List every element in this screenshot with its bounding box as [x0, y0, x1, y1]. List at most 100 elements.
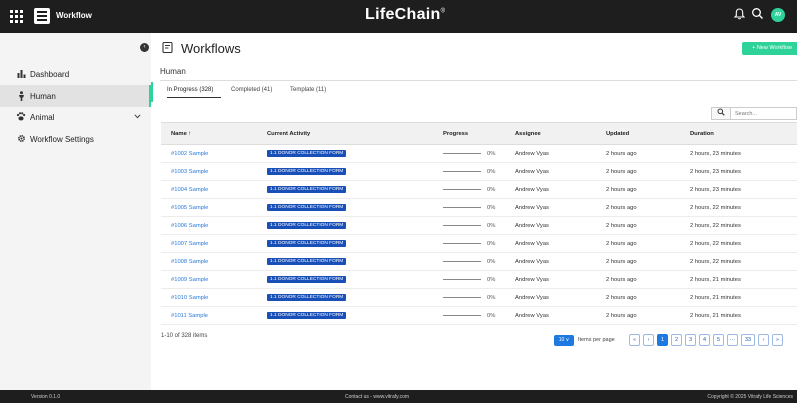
- search-input[interactable]: [731, 108, 791, 119]
- brand-name: LifeChain: [365, 6, 441, 23]
- page-button-4[interactable]: 4: [699, 334, 710, 346]
- bell-icon[interactable]: [733, 8, 746, 23]
- workflow-name-link[interactable]: #1011 Sample: [171, 313, 208, 319]
- tab-template[interactable]: Template (11): [290, 87, 326, 93]
- contact-link[interactable]: Contact us - www.vitrafy.com: [345, 394, 409, 400]
- workflow-name-cell: #1009 Sample: [161, 270, 257, 289]
- page-button-33[interactable]: 33: [741, 334, 755, 346]
- last-page-button[interactable]: »: [772, 334, 783, 346]
- sidebar-item-label: Animal: [30, 112, 55, 122]
- table-row[interactable]: #1010 Sample 1.1 DONOR COLLECTION FORM 0% A…: [161, 288, 797, 307]
- sidebar-item-animal[interactable]: Animal: [0, 106, 151, 128]
- progress-cell: 0%: [433, 270, 505, 289]
- assignee-cell: Andrew Vyas: [505, 216, 596, 235]
- table-row[interactable]: #1004 Sample 1.1 DONOR COLLECTION FORM 0% A…: [161, 180, 797, 199]
- collapse-sidebar-icon[interactable]: ‹: [140, 43, 149, 52]
- app-name[interactable]: Workflow: [56, 11, 92, 20]
- tab-completed[interactable]: Completed (41): [231, 87, 272, 93]
- page-size-select[interactable]: 10 ∨: [554, 335, 574, 346]
- activity-cell: 1.1 DONOR COLLECTION FORM: [257, 270, 433, 289]
- activity-badge[interactable]: 1.1 DONOR COLLECTION FORM: [267, 186, 347, 193]
- column-header-assignee[interactable]: Assignee: [505, 122, 596, 145]
- table-row[interactable]: #1003 Sample 1.1 DONOR COLLECTION FORM 0% A…: [161, 162, 797, 181]
- first-page-button[interactable]: «: [629, 334, 640, 346]
- progress-value: 0%: [487, 204, 496, 211]
- progress-cell: 0%: [433, 198, 505, 217]
- workflow-icon: [162, 41, 174, 57]
- sidebar-item-dashboard[interactable]: Dashboard: [0, 63, 151, 85]
- progress-cell: 0%: [433, 234, 505, 253]
- workflow-name-link[interactable]: #1004 Sample: [171, 187, 208, 193]
- search-icon[interactable]: [751, 7, 765, 21]
- duration-cell: 2 hours, 22 minutes: [680, 216, 797, 235]
- prev-page-button[interactable]: ‹: [643, 334, 654, 346]
- progress-bar: [443, 314, 481, 317]
- activity-cell: 1.1 DONOR COLLECTION FORM: [257, 252, 433, 271]
- updated-cell: 2 hours ago: [596, 216, 680, 235]
- table-row[interactable]: #1008 Sample 1.1 DONOR COLLECTION FORM 0% A…: [161, 252, 797, 271]
- activity-cell: 1.1 DONOR COLLECTION FORM: [257, 180, 433, 199]
- activity-badge[interactable]: 1.1 DONOR COLLECTION FORM: [267, 240, 347, 247]
- apps-grid-icon[interactable]: [8, 8, 24, 24]
- column-header-duration[interactable]: Duration: [680, 122, 797, 145]
- workflow-app-icon: [34, 8, 50, 24]
- activity-badge[interactable]: 1.1 DONOR COLLECTION FORM: [267, 150, 347, 157]
- sidebar-item-human[interactable]: Human: [0, 85, 151, 107]
- activity-badge[interactable]: 1.1 DONOR COLLECTION FORM: [267, 294, 347, 301]
- sidebar-item-workflow-settings[interactable]: Workflow Settings: [0, 128, 151, 150]
- table-row[interactable]: #1002 Sample 1.1 DONOR COLLECTION FORM 0% A…: [161, 144, 797, 163]
- sidebar-item-label: Dashboard: [30, 69, 70, 79]
- progress-cell: 0%: [433, 144, 505, 163]
- column-header-progress[interactable]: Progress: [433, 122, 505, 145]
- column-header-name[interactable]: Name ↑: [161, 122, 257, 145]
- brand-mark: ®: [440, 8, 446, 15]
- table-row[interactable]: #1005 Sample 1.1 DONOR COLLECTION FORM 0% A…: [161, 198, 797, 217]
- next-page-button[interactable]: ›: [758, 334, 769, 346]
- workflow-name-link[interactable]: #1007 Sample: [171, 241, 208, 247]
- search-button[interactable]: [711, 107, 730, 120]
- page-button-2[interactable]: 2: [671, 334, 682, 346]
- main-content: Workflows + New Workflow Human In Progre…: [151, 33, 797, 390]
- activity-badge[interactable]: 1.1 DONOR COLLECTION FORM: [267, 312, 347, 319]
- page-button-1[interactable]: 1: [657, 334, 668, 346]
- table-row[interactable]: #1006 Sample 1.1 DONOR COLLECTION FORM 0% A…: [161, 216, 797, 235]
- progress-cell: 0%: [433, 306, 505, 325]
- page-button-3[interactable]: 3: [685, 334, 696, 346]
- items-count: 1-10 of 328 items: [161, 333, 208, 339]
- workflow-name-link[interactable]: #1002 Sample: [171, 151, 208, 157]
- workflow-name-link[interactable]: #1010 Sample: [171, 295, 208, 301]
- progress-bar: [443, 188, 481, 191]
- activity-cell: 1.1 DONOR COLLECTION FORM: [257, 234, 433, 253]
- top-bar: Workflow LifeChain® AV: [0, 0, 797, 33]
- workflow-name-link[interactable]: #1008 Sample: [171, 259, 208, 265]
- page-ellipsis-button[interactable]: ···: [727, 334, 738, 346]
- table-row[interactable]: #1011 Sample 1.1 DONOR COLLECTION FORM 0% A…: [161, 306, 797, 325]
- column-header-activity[interactable]: Current Activity: [257, 122, 433, 145]
- pagination: « ‹ 1 2 3 4 5 ··· 33 › »: [629, 334, 783, 346]
- workflow-name-link[interactable]: #1005 Sample: [171, 205, 208, 211]
- workflow-name-link[interactable]: #1006 Sample: [171, 223, 208, 229]
- activity-badge[interactable]: 1.1 DONOR COLLECTION FORM: [267, 276, 347, 283]
- duration-cell: 2 hours, 21 minutes: [680, 270, 797, 289]
- workflow-name-cell: #1008 Sample: [161, 252, 257, 271]
- workflow-name-cell: #1002 Sample: [161, 144, 257, 163]
- workflow-name-link[interactable]: #1003 Sample: [171, 169, 208, 175]
- activity-badge[interactable]: 1.1 DONOR COLLECTION FORM: [267, 222, 347, 229]
- new-workflow-button[interactable]: + New Workflow: [742, 42, 797, 55]
- table-row[interactable]: #1007 Sample 1.1 DONOR COLLECTION FORM 0% A…: [161, 234, 797, 253]
- activity-badge[interactable]: 1.1 DONOR COLLECTION FORM: [267, 168, 347, 175]
- column-header-updated[interactable]: Updated: [596, 122, 680, 145]
- progress-bar: [443, 278, 481, 281]
- table-row[interactable]: #1009 Sample 1.1 DONOR COLLECTION FORM 0% A…: [161, 270, 797, 289]
- workflow-name-link[interactable]: #1009 Sample: [171, 277, 208, 283]
- updated-cell: 2 hours ago: [596, 252, 680, 271]
- progress-value: 0%: [487, 294, 496, 301]
- page-title: Workflows: [181, 41, 241, 56]
- workflow-name-cell: #1005 Sample: [161, 198, 257, 217]
- activity-badge[interactable]: 1.1 DONOR COLLECTION FORM: [267, 204, 347, 211]
- page-button-5[interactable]: 5: [713, 334, 724, 346]
- tab-in-progress[interactable]: In Progress (328): [167, 87, 213, 93]
- activity-badge[interactable]: 1.1 DONOR COLLECTION FORM: [267, 258, 347, 265]
- user-avatar[interactable]: AV: [771, 8, 785, 22]
- chevron-down-icon[interactable]: [134, 112, 141, 121]
